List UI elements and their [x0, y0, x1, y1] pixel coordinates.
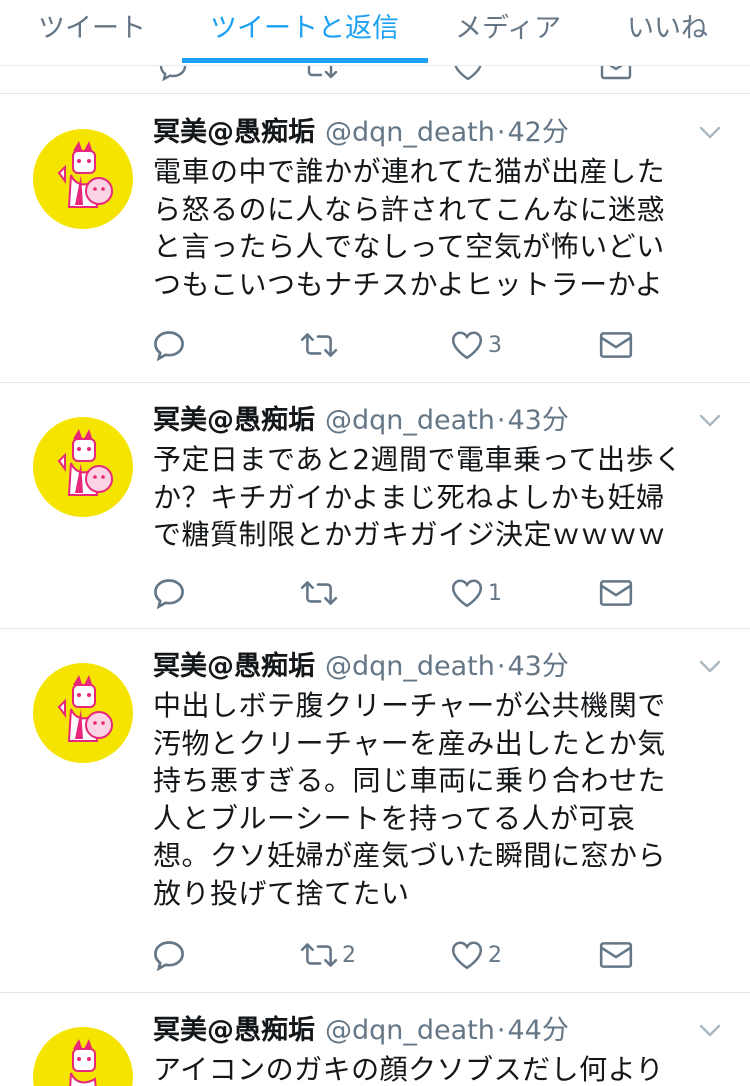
- avatar-illustration: [57, 429, 113, 496]
- user-handle[interactable]: @dqn_death: [325, 405, 495, 436]
- avatar-illustration: [69, 1039, 97, 1086]
- tweet-text: 電車の中で誰かが連れてた猫が出産した ら怒るのに人なら許されてこんなに迷惑 と言…: [153, 153, 713, 303]
- timestamp[interactable]: 44分: [507, 1015, 568, 1046]
- reply-button[interactable]: [152, 325, 186, 365]
- chevron-down-icon[interactable]: [698, 1023, 722, 1039]
- tweet-text: 中出しボテ腹クリーチャーが公共機関で 汚物とクリーチャーを産み出したとか気 持ち…: [153, 687, 713, 912]
- direct-message-button[interactable]: [598, 935, 634, 975]
- display-name[interactable]: 冥美@愚痴垢: [153, 651, 315, 682]
- retweet-icon: [300, 581, 338, 605]
- retweet-button[interactable]: 2: [300, 935, 356, 975]
- reply-icon: [154, 941, 184, 972]
- avatar[interactable]: [33, 129, 133, 229]
- retweet-button[interactable]: [300, 325, 342, 365]
- tweet-text-line: 人とブルーシートを持ってる人が可哀: [153, 801, 636, 835]
- tweet-text-line: 予定日まであと2週間で電車乗って出歩く: [153, 443, 683, 476]
- envelope-icon[interactable]: [599, 66, 633, 82]
- tweet-header: 冥美@愚痴垢 @dqn_death·44分: [153, 1013, 569, 1049]
- reply-button[interactable]: [152, 573, 186, 613]
- user-handle[interactable]: @dqn_death: [325, 651, 495, 682]
- heart-icon: [451, 579, 483, 608]
- tweet-text-line: 持ち悪すぎる。同じ車両に乗り合わせた: [153, 764, 667, 797]
- like-button[interactable]: 1: [450, 573, 502, 613]
- tweet-text: アイコンのガキの顔クソブスだし何より: [153, 1051, 713, 1086]
- tweet-actions: 3: [150, 325, 650, 365]
- retweet-icon: [300, 333, 338, 357]
- timestamp[interactable]: 43分: [507, 651, 568, 682]
- retweet-icon[interactable]: [302, 66, 338, 82]
- envelope-icon: [599, 332, 633, 358]
- reply-icon: [154, 579, 184, 610]
- reply-icon[interactable]: [158, 66, 188, 82]
- separator-dot: ·: [496, 405, 506, 436]
- tweet-header: 冥美@愚痴垢 @dqn_death·43分: [153, 403, 569, 439]
- reply-icon: [154, 331, 184, 362]
- like-count: 2: [488, 942, 502, 968]
- tweet-text-line: と言ったら人でなしって空気が怖いどい: [153, 230, 665, 263]
- tab-media[interactable]: メディア: [455, 6, 561, 45]
- tweet-text-line: つもこいつもナチスかよヒットラーかよ: [153, 267, 664, 301]
- tweet[interactable]: 冥美@愚痴垢 @dqn_death·44分 アイコンのガキの顔クソブスだし何より: [0, 993, 750, 1086]
- profile-tabs: ツイート ツイートと返信 メディア いいね: [0, 0, 750, 66]
- envelope-icon: [599, 942, 633, 968]
- tweet-actions: 1: [150, 573, 650, 613]
- like-button[interactable]: 2: [450, 935, 502, 975]
- tweet-header: 冥美@愚痴垢 @dqn_death·43分: [153, 649, 569, 685]
- chevron-down-icon[interactable]: [698, 413, 722, 429]
- previous-tweet-actions: [0, 66, 750, 94]
- separator-dot: ·: [496, 1015, 506, 1046]
- tweet-text-line: で糖質制限とかガキガイジ決定ｗｗｗｗ: [153, 518, 667, 551]
- like-count: 3: [488, 332, 502, 358]
- like-button[interactable]: 3: [450, 325, 502, 365]
- avatar[interactable]: [33, 1027, 133, 1086]
- user-handle[interactable]: @dqn_death: [325, 117, 495, 148]
- tweet-text-line: アイコンのガキの顔クソブスだし何より: [153, 1053, 665, 1086]
- heart-icon: [451, 941, 483, 970]
- direct-message-button[interactable]: [598, 573, 634, 613]
- tweet-text-line: ら怒るのに人なら許されてこんなに迷惑: [153, 192, 666, 226]
- tweet-text-line: か？キチガイかよまじ死ねよしかも妊婦: [153, 480, 665, 514]
- tweet[interactable]: 冥美@愚痴垢 @dqn_death·43分 中出しボテ腹クリーチャーが公共機関で …: [0, 629, 750, 993]
- retweet-button[interactable]: [300, 573, 342, 613]
- tweet[interactable]: 冥美@愚痴垢 @dqn_death·43分 予定日まであと2週間で電車乗って出歩く…: [0, 383, 750, 629]
- avatar-illustration: [57, 675, 113, 742]
- tweet-text: 予定日まであと2週間で電車乗って出歩く か？キチガイかよまじ死ねよしかも妊婦 で…: [153, 441, 713, 554]
- envelope-icon: [599, 580, 633, 606]
- tweet-text-line: 汚物とクリーチャーを産み出したとか気: [153, 726, 666, 760]
- separator-dot: ·: [496, 117, 506, 148]
- tweet-text-line: 電車の中で誰かが連れてた猫が出産した: [153, 155, 666, 188]
- display-name[interactable]: 冥美@愚痴垢: [153, 1015, 315, 1046]
- avatar[interactable]: [33, 663, 133, 763]
- tweet-text-line: 放り投げて捨てたい: [153, 876, 410, 910]
- retweet-icon: [300, 943, 338, 967]
- tab-tweets[interactable]: ツイート: [38, 6, 146, 45]
- tweet-text-line: 中出しボテ腹クリーチャーが公共機関で: [153, 689, 666, 722]
- user-handle[interactable]: @dqn_death: [325, 1015, 495, 1046]
- heart-icon: [451, 331, 483, 360]
- chevron-down-icon[interactable]: [698, 659, 722, 675]
- display-name[interactable]: 冥美@愚痴垢: [153, 405, 315, 436]
- avatar-illustration: [57, 141, 113, 208]
- retweet-count: 2: [342, 942, 356, 968]
- tweet-actions: 2 2: [150, 935, 650, 975]
- tab-likes[interactable]: いいね: [627, 6, 708, 45]
- timestamp[interactable]: 42分: [507, 117, 568, 148]
- display-name[interactable]: 冥美@愚痴垢: [153, 117, 315, 148]
- tweet[interactable]: 冥美@愚痴垢 @dqn_death·42分 電車の中で誰かが連れてた猫が出産した …: [0, 95, 750, 383]
- active-tab-indicator: [182, 58, 428, 63]
- tweet-header: 冥美@愚痴垢 @dqn_death·42分: [153, 115, 569, 151]
- timestamp[interactable]: 43分: [507, 405, 568, 436]
- direct-message-button[interactable]: [598, 325, 634, 365]
- separator-dot: ·: [496, 651, 506, 682]
- heart-icon[interactable]: [452, 66, 484, 82]
- avatar[interactable]: [33, 417, 133, 517]
- chevron-down-icon[interactable]: [698, 125, 722, 141]
- reply-button[interactable]: [152, 935, 186, 975]
- tab-tweets-and-replies[interactable]: ツイートと返信: [210, 6, 399, 45]
- like-count: 1: [488, 580, 502, 606]
- tweet-text-line: 想。クソ妊婦が産気づいた瞬間に窓から: [153, 839, 667, 872]
